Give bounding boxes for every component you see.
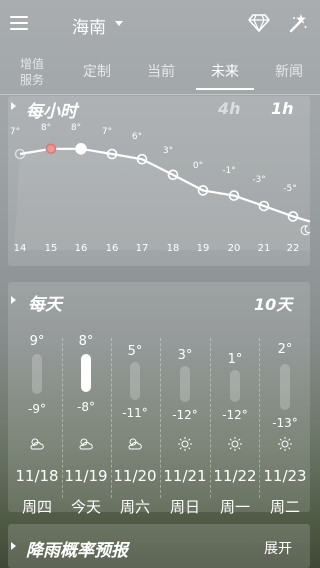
sunny-icon (178, 437, 192, 451)
day-temp-bar (81, 354, 91, 392)
hourly-temp-label: 7° (101, 127, 113, 137)
expand-button[interactable]: 展开 (264, 538, 292, 558)
day-temp-bar (230, 370, 240, 402)
hour-label: 16 (74, 243, 88, 254)
day-temp-bar-fill (81, 354, 91, 392)
partly-cloudy-icon (79, 438, 93, 450)
hourly-temp-label: 7° (9, 127, 21, 137)
day-name: 今天 (70, 498, 101, 516)
day-date: 11/22 (213, 467, 257, 485)
expand-triangle-icon (11, 296, 16, 304)
day-date: 11/21 (163, 467, 207, 485)
day-low-temp: -12° (172, 408, 198, 422)
day-name: 周日 (169, 498, 200, 516)
hour-label: 16 (105, 243, 119, 254)
day-high-temp: 9° (29, 334, 45, 349)
day-low-temp: -9° (28, 402, 46, 416)
hour-label: 14 (13, 243, 27, 254)
hourly-temp-label: 8° (40, 123, 52, 133)
day-low-temp: -11° (122, 406, 148, 420)
day-date: 11/19 (64, 467, 108, 485)
partly-cloudy-icon (30, 438, 44, 450)
day-high-temp: 8° (78, 334, 94, 349)
hour-label: 21 (257, 243, 271, 254)
day-temp-bar (130, 362, 140, 400)
daily-title: 每天 (28, 295, 62, 315)
hour-label: 19 (196, 243, 210, 254)
hour-label: 17 (135, 243, 149, 254)
day-low-temp: -8° (77, 400, 95, 414)
moon-icon (300, 225, 311, 236)
expand-triangle-icon (11, 542, 16, 550)
hourly-area-fill (14, 148, 310, 250)
day-temp-bar (180, 366, 190, 402)
hourly-temp-label: -1° (222, 166, 236, 176)
day-date: 11/18 (15, 467, 59, 485)
hourly-temperature-chart (14, 143, 311, 250)
day-name: 周一 (219, 498, 250, 516)
sunny-icon (228, 437, 242, 451)
hourly-temp-label: 0° (192, 161, 204, 171)
hourly-temp-label: 8° (70, 123, 82, 133)
day-high-temp: 2° (277, 342, 293, 357)
hourly-temp-label: 6° (131, 132, 143, 142)
day-high-temp: 5° (127, 344, 143, 359)
day-name: 周二 (269, 498, 300, 516)
hour-label: 18 (166, 243, 180, 254)
daily-range-label[interactable]: 10天 (254, 291, 292, 315)
day-high-temp: 3° (177, 348, 193, 363)
hourly-temp-label: 3° (162, 146, 174, 156)
day-temp-bar (32, 354, 42, 394)
day-low-temp: -12° (222, 408, 248, 422)
hourly-temp-label: -3° (252, 175, 266, 185)
hour-label: 22 (286, 243, 300, 254)
hourly-temp-point (75, 143, 87, 155)
day-date: 11/23 (263, 467, 307, 485)
partly-cloudy-icon (128, 438, 142, 450)
day-low-temp: -13° (272, 416, 298, 430)
day-name: 周六 (119, 498, 150, 516)
hour-label: 15 (44, 243, 58, 254)
hourly-temp-label: -5° (283, 184, 297, 194)
sunny-icon (278, 437, 292, 451)
hourly-temp-point (45, 143, 57, 155)
hour-label: 20 (227, 243, 241, 254)
day-date: 11/20 (113, 467, 157, 485)
day-high-temp: 1° (227, 352, 243, 367)
day-temp-bar (280, 364, 290, 410)
rain-probability-title: 降雨概率预报 (26, 541, 128, 561)
day-name: 周四 (21, 498, 52, 516)
